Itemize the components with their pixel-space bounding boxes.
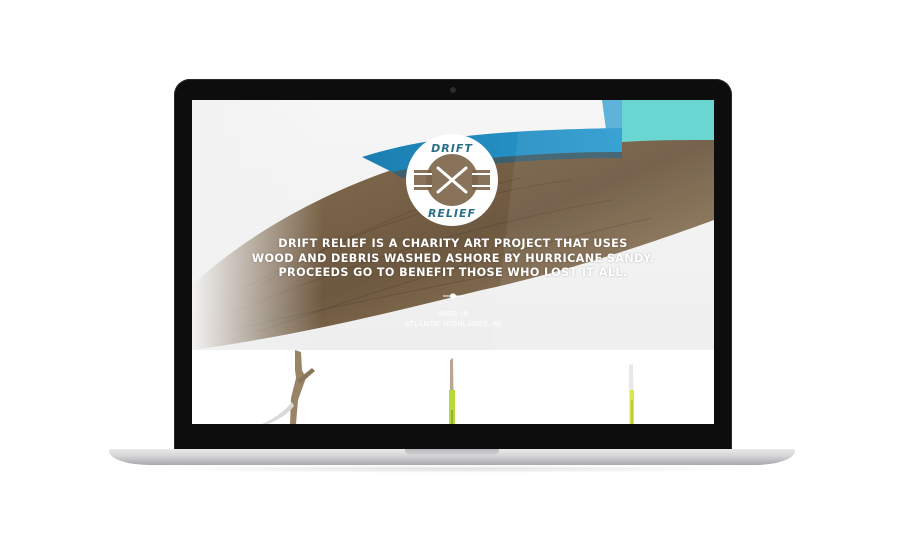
logo-word-bottom: RELIEF (428, 207, 476, 220)
made-in-label: MADE IN (436, 310, 470, 318)
tagline-line: DRIFT RELIEF IS A CHARITY ART PROJECT TH… (278, 237, 628, 250)
laptop-shadow (140, 465, 765, 473)
laptop-notch (405, 449, 499, 456)
divider-ornament-icon (443, 293, 463, 299)
laptop-screen: DRIFT RELIEF DRIFT RELIEF IS A CHARITY A… (192, 100, 714, 424)
driftwood-branch-product[interactable] (262, 350, 332, 424)
logo-word-top: DRIFT (431, 142, 473, 155)
location-text: ATLANTIC HIGHLANDS, NJ (405, 319, 501, 328)
products-strip (192, 350, 714, 424)
tagline-line: WOOD AND DEBRIS WASHED ASHORE BY HURRICA… (251, 251, 655, 265)
tagline-line: PROCEEDS GO TO BENEFIT THOSE WHO LOST IT… (278, 266, 628, 279)
drift-relief-logo: DRIFT RELIEF (406, 134, 498, 226)
made-in-block: MADE IN ATLANTIC HIGHLANDS, NJ (192, 310, 714, 329)
laptop-base (109, 449, 795, 465)
yellow-painted-stick-product[interactable] (622, 350, 642, 424)
hero-banner: DRIFT RELIEF DRIFT RELIEF IS A CHARITY A… (192, 100, 714, 350)
tagline: DRIFT RELIEF IS A CHARITY ART PROJECT TH… (192, 237, 714, 281)
green-painted-stick-product[interactable] (442, 350, 462, 424)
camera-icon (450, 87, 456, 93)
laptop-lid: DRIFT RELIEF DRIFT RELIEF IS A CHARITY A… (174, 79, 732, 450)
